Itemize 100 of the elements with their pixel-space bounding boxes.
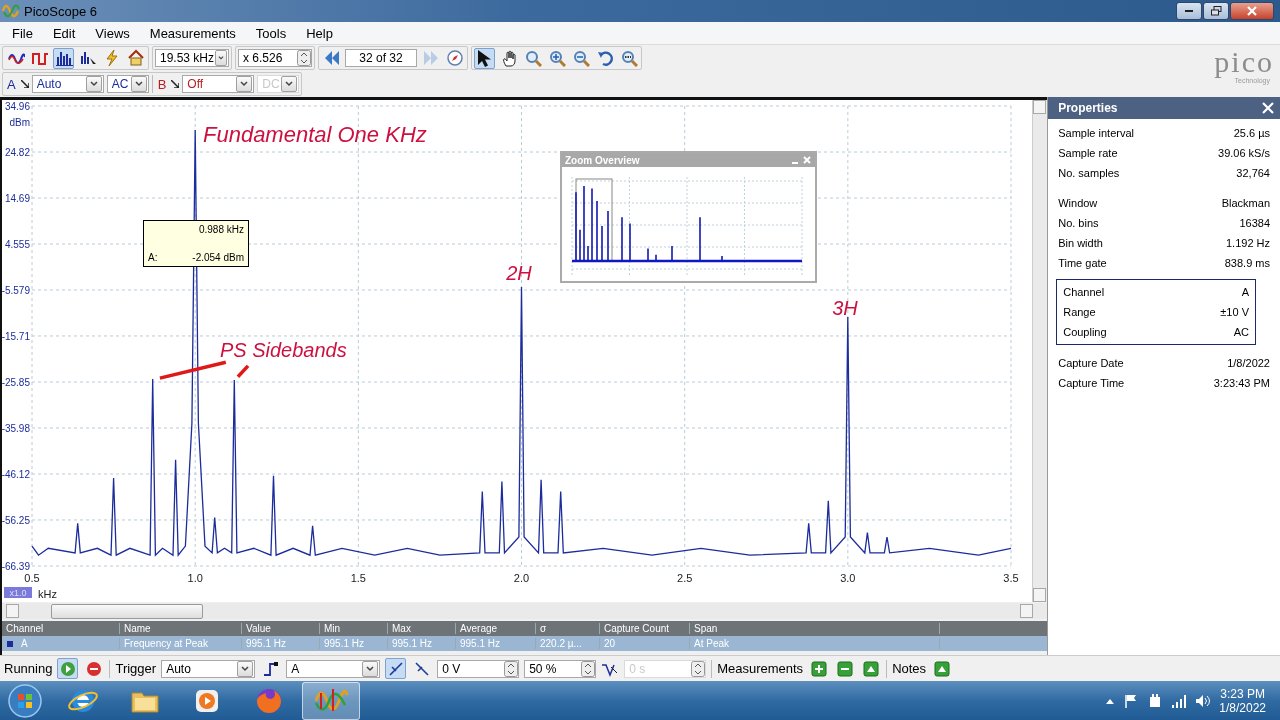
start-button[interactable] [57,658,79,679]
caret-icon [281,76,298,92]
menu-item[interactable]: Tools [243,25,295,41]
x-axis-label: 2.0 [513,572,530,584]
pointer-icon [475,49,494,67]
column-header[interactable]: Channel [2,623,120,634]
step-pulse-icon [262,660,279,677]
vertical-scrollbar[interactable] [1032,100,1047,602]
menu-item[interactable]: Views [83,25,138,41]
annotation-label: Fundamental One KHz [203,122,427,148]
restore-icon [1210,6,1222,16]
property-label: Channel [1063,286,1105,298]
waveform-icon [2,3,20,19]
buffer-field[interactable]: 32 of 32 [345,49,417,67]
scale-badge: x1.0 [4,587,32,598]
x-axis-label: 0.5 [24,572,40,584]
column-header[interactable]: Min [320,623,388,634]
menu-item[interactable]: Measurements [137,25,244,41]
y-axis-label: -25.85 [2,377,30,388]
measurement-button[interactable] [834,658,856,679]
horizontal-scrollbar[interactable] [2,603,1048,619]
notes-label: Notes [892,661,927,676]
table-cell: 995.1 Hz [242,638,320,649]
column-header[interactable]: Average [456,623,536,634]
y-axis-label: -35.98 [2,423,30,434]
table-cell: At Peak [690,638,940,649]
column-header[interactable]: Span [690,623,940,634]
range-dropdown[interactable]: Off [182,75,255,93]
y-unit-label: dBm [9,117,30,128]
signal-icon[interactable] [1171,693,1188,709]
stop-icon [85,660,102,677]
range-dropdown[interactable]: Auto [31,75,104,93]
menu-item[interactable]: Edit [40,25,84,41]
close-icon [1247,6,1257,16]
leader-line [159,360,227,380]
measurement-button[interactable] [808,658,830,679]
property-label: Capture Date [1058,357,1124,369]
zoom-factor-spinner[interactable]: x 6.526 [238,49,312,67]
spinner-arrows-icon [581,660,596,677]
caret-up-icon[interactable] [1105,697,1116,705]
threshold-spinner[interactable]: 0 V [437,659,520,678]
view-mode-button[interactable] [53,47,74,69]
taskbar-app[interactable] [302,682,360,720]
property-label: No. samples [1058,167,1120,179]
close-button[interactable] [1230,2,1274,20]
caret-icon [237,660,254,677]
property-label: Time gate [1058,257,1107,269]
column-header[interactable]: Capture Count [600,623,690,634]
property-label: Capture Time [1058,377,1125,389]
fast-forward-icon [421,49,440,67]
pre-trigger-spinner[interactable]: 50 % [524,659,597,678]
run-state-label: Running [4,661,53,676]
speaker-icon[interactable] [1195,693,1212,709]
notes-button[interactable] [931,658,953,679]
table-cell: 220.2 µ... [536,638,600,649]
expand-icon [933,660,950,677]
column-header[interactable]: Max [388,623,456,634]
property-label: Window [1058,197,1098,209]
tooltip-frequency: 0.988 kHz [198,224,244,235]
column-header[interactable]: Name [120,623,242,634]
cursor-arrow-icon [20,80,29,88]
channel-label[interactable]: A [5,76,18,92]
menu-item[interactable]: Help [294,25,341,41]
timebase-dropdown[interactable]: 19.53 kHz [155,49,229,67]
table-cell: 995.1 Hz [388,638,456,649]
annotation-label: PS Sidebands [219,338,347,361]
coupling-dropdown[interactable]: AC [106,75,149,93]
trigger-channel-dropdown[interactable]: A [286,659,381,678]
rising-edge-button[interactable] [385,658,407,679]
panel-title: Properties [1058,101,1118,115]
clock-time[interactable]: 3:23 PM [1220,687,1265,701]
trigger-mode-dropdown[interactable]: Auto [161,659,256,678]
minimize-icon [1185,10,1193,12]
column-header[interactable]: Value [242,623,320,634]
clock-date[interactable]: 1/8/2022 [1219,701,1266,715]
column-header[interactable]: σ [536,623,600,634]
y-axis-label: 14.69 [4,193,30,204]
restore-button[interactable] [1203,2,1229,20]
property-value: 1.192 Hz [1225,237,1270,249]
caret-icon [215,50,227,66]
menu-item[interactable]: File [0,25,41,41]
measurements-label: Measurements [717,661,804,676]
window-title: PicoScope 6 [24,3,98,19]
zoom-in-icon [547,49,566,67]
measurement-button[interactable] [860,658,882,679]
minimize-button[interactable] [1176,2,1202,20]
x-axis-label: 3.5 [1003,572,1019,584]
zoom-reset-icon [619,49,638,67]
caret-icon [130,76,147,92]
close-icon[interactable] [1262,102,1274,114]
navigator-button[interactable] [444,47,465,69]
x-axis-label: 1.5 [350,572,366,584]
start-orb-icon [8,684,42,718]
y-axis-label: 4.555 [4,239,30,250]
channel-label[interactable]: B [155,76,169,92]
property-label: Coupling [1063,326,1107,338]
spinner-arrows-icon [504,660,519,677]
annotation-label: 3H [832,296,858,319]
tool-button[interactable] [474,47,495,69]
tooltip-channel: A: [148,252,158,263]
